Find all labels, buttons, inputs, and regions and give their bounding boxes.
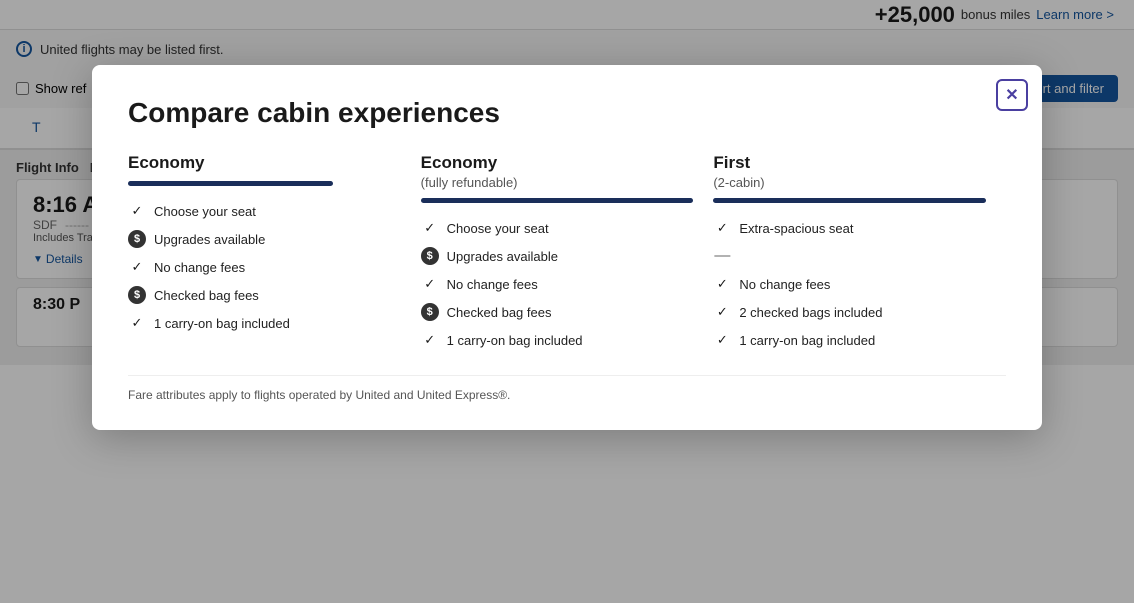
check-icon-r2: ✓ [421, 275, 439, 293]
cabin-sub-first: (2-cabin) [713, 175, 986, 190]
compare-cabin-modal: ✕ Compare cabin experiences Economy ✓ Ch… [92, 65, 1042, 430]
dollar-icon-r3: $ [421, 303, 439, 321]
cabin-bar-economy [128, 181, 333, 186]
feature-refund-3: $ Checked bag fees [421, 303, 694, 321]
check-icon-e0: ✓ [128, 202, 146, 220]
feature-refund-4: ✓ 1 carry-on bag included [421, 331, 694, 349]
dollar-icon-e3: $ [128, 286, 146, 304]
modal-close-button[interactable]: ✕ [996, 79, 1028, 111]
feature-economy-2: ✓ No change fees [128, 258, 401, 276]
check-icon-r4: ✓ [421, 331, 439, 349]
feature-economy-4: ✓ 1 carry-on bag included [128, 314, 401, 332]
feature-first-2: ✓ No change fees [713, 275, 986, 293]
check-icon-f4: ✓ [713, 331, 731, 349]
feature-economy-0: ✓ Choose your seat [128, 202, 401, 220]
cabin-bar-economy-refund [421, 198, 694, 203]
feature-first-1: — [713, 247, 986, 265]
cabin-bar-first [713, 198, 986, 203]
cabin-sub-economy-refund: (fully refundable) [421, 175, 694, 190]
check-icon-f0: ✓ [713, 219, 731, 237]
cabin-col-economy: Economy ✓ Choose your seat $ Upgrades av… [128, 153, 421, 359]
check-icon-r0: ✓ [421, 219, 439, 237]
modal-overlay[interactable]: ✕ Compare cabin experiences Economy ✓ Ch… [0, 0, 1134, 603]
dash-icon-f1: — [713, 247, 731, 265]
cabin-col-economy-refund: Economy (fully refundable) ✓ Choose your… [421, 153, 714, 359]
check-icon-e4: ✓ [128, 314, 146, 332]
modal-footnote: Fare attributes apply to flights operate… [128, 375, 1006, 402]
feature-economy-3: $ Checked bag fees [128, 286, 401, 304]
cabin-name-economy: Economy [128, 153, 401, 173]
cabin-name-economy-refund: Economy [421, 153, 694, 173]
check-icon-e2: ✓ [128, 258, 146, 276]
feature-refund-0: ✓ Choose your seat [421, 219, 694, 237]
feature-first-3: ✓ 2 checked bags included [713, 303, 986, 321]
feature-economy-1: $ Upgrades available [128, 230, 401, 248]
feature-refund-1: $ Upgrades available [421, 247, 694, 265]
dollar-icon-r1: $ [421, 247, 439, 265]
feature-first-0: ✓ Extra-spacious seat [713, 219, 986, 237]
cabin-columns: Economy ✓ Choose your seat $ Upgrades av… [128, 153, 1006, 359]
check-icon-f2: ✓ [713, 275, 731, 293]
dollar-icon-e1: $ [128, 230, 146, 248]
check-icon-f3: ✓ [713, 303, 731, 321]
feature-refund-2: ✓ No change fees [421, 275, 694, 293]
feature-first-4: ✓ 1 carry-on bag included [713, 331, 986, 349]
cabin-name-first: First [713, 153, 986, 173]
cabin-col-first: First (2-cabin) ✓ Extra-spacious seat — … [713, 153, 1006, 359]
modal-title: Compare cabin experiences [128, 97, 1006, 129]
